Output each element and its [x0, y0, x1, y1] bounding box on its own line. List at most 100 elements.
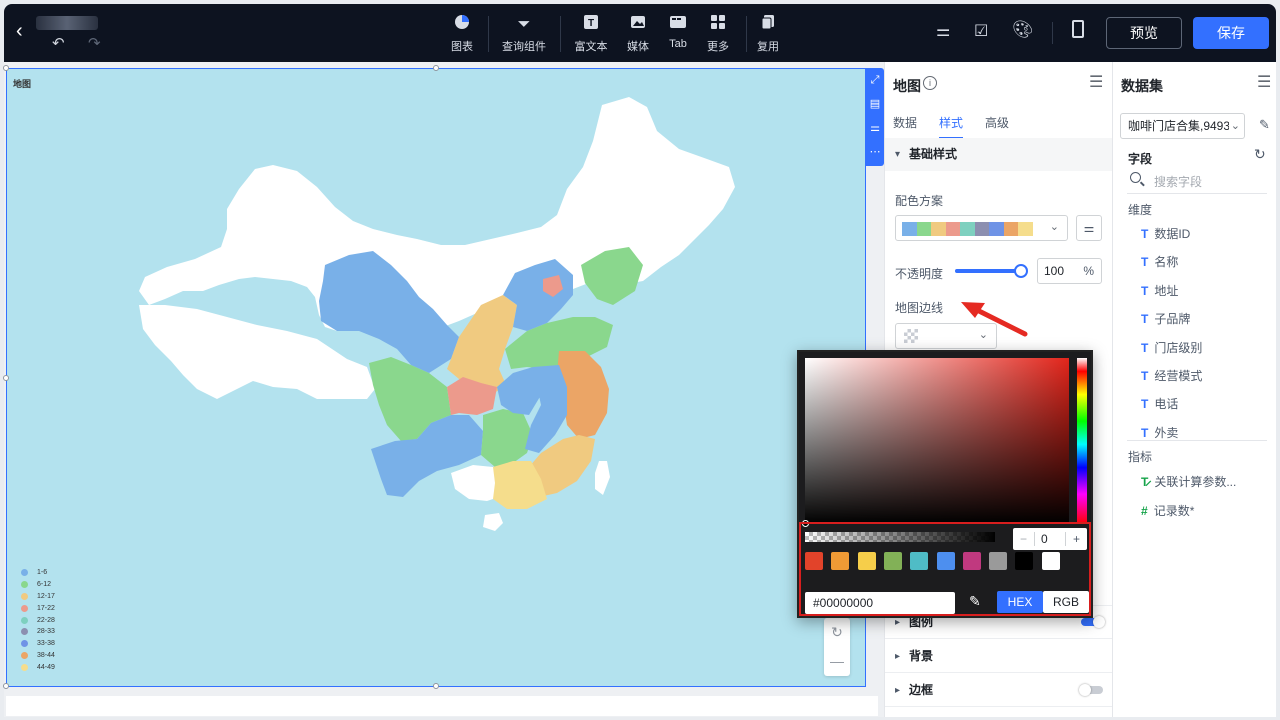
color-scheme-select[interactable]: ⌄ [895, 215, 1068, 241]
field-search-input[interactable]: 搜索字段 [1154, 173, 1202, 190]
legend-item[interactable]: 44-49 [21, 661, 55, 673]
resize-handle[interactable] [433, 65, 439, 71]
color-scheme-label: 配色方案 [895, 194, 944, 208]
legend-item[interactable]: 6-12 [21, 579, 55, 591]
legend-label: 44-49 [37, 663, 55, 671]
opacity-slider[interactable] [955, 264, 1028, 278]
measure-field[interactable]: T̷ 关联计算参数... [1141, 473, 1236, 490]
saturation-value-area[interactable] [802, 358, 1069, 527]
preset-color-swatch[interactable] [1015, 552, 1034, 570]
alpha-slider[interactable] [805, 532, 995, 542]
text-field-icon: T [1141, 368, 1149, 383]
legend-item[interactable]: 22-28 [21, 614, 55, 626]
legend-item[interactable]: 38-44 [21, 650, 55, 662]
dimension-field[interactable]: T 地址 [1141, 282, 1178, 299]
dimension-field[interactable]: T 外卖 [1141, 424, 1178, 441]
rgb-mode-button[interactable]: RGB [1043, 591, 1089, 613]
eyedropper-icon[interactable]: ✎ [969, 593, 981, 610]
dimension-field[interactable]: T 数据ID [1141, 225, 1190, 242]
border-toggle[interactable] [1079, 684, 1103, 696]
color-scheme-settings-button[interactable]: ⚌ [1076, 215, 1102, 241]
info-icon[interactable]: i [923, 76, 937, 90]
undo-icon[interactable]: ↶ [52, 34, 65, 52]
resize-handle[interactable] [433, 683, 439, 689]
opacity-input[interactable]: 100 % [1037, 258, 1102, 284]
preview-button[interactable]: 预览 [1106, 17, 1182, 49]
panel-menu-icon[interactable]: ☰ [1089, 72, 1103, 92]
text-field-icon: T [1141, 311, 1149, 326]
reset-view-icon[interactable]: ↻ [824, 618, 850, 647]
dimension-field-label: 外卖 [1154, 426, 1179, 440]
edit-dataset-icon[interactable]: ✎ [1259, 117, 1270, 133]
hex-mode-button[interactable]: HEX [997, 591, 1043, 613]
section-background[interactable]: 背景 [885, 640, 1113, 673]
query-component-tool[interactable]: ⏷ 查询组件 [494, 14, 554, 54]
theme-palette-icon[interactable]: 🎨︎ [1012, 20, 1034, 40]
measure-field[interactable]: # 记录数* [1141, 502, 1194, 519]
alpha-value[interactable]: 0 [1035, 532, 1065, 546]
text-field-icon: T [1141, 226, 1149, 241]
more-icon[interactable]: ⋯ [866, 140, 884, 164]
preset-color-swatch[interactable] [962, 552, 981, 570]
report-name-blurred[interactable] [36, 16, 98, 30]
preset-color-swatch[interactable] [831, 552, 850, 570]
mobile-view-icon[interactable] [1072, 20, 1084, 38]
preset-color-swatch[interactable] [910, 552, 929, 570]
legend-item[interactable]: 33-38 [21, 638, 55, 650]
china-choropleth-map[interactable] [7, 69, 867, 688]
preset-color-swatch[interactable] [805, 552, 823, 570]
tab-style[interactable]: 样式 [939, 114, 964, 139]
legend-item[interactable]: 17-22 [21, 602, 55, 614]
resize-handle[interactable] [3, 683, 9, 689]
checklist-icon[interactable]: ☑ [974, 21, 988, 41]
zoom-out-icon[interactable]: — [824, 647, 850, 676]
dimension-field[interactable]: T 门店级别 [1141, 339, 1202, 356]
settings-sliders-icon[interactable]: ⚌ [936, 21, 950, 41]
section-basic-style[interactable]: 基础样式 [885, 138, 1113, 171]
expand-icon[interactable]: ⤢ [866, 68, 884, 92]
document-icon[interactable]: ▤ [866, 92, 884, 116]
province-region-green-c [481, 409, 533, 467]
dimension-field[interactable]: T 名称 [1141, 253, 1178, 270]
sliders-icon[interactable]: ⚌ [866, 116, 884, 140]
save-button[interactable]: 保存 [1193, 17, 1269, 49]
opacity-slider-handle[interactable] [1014, 264, 1028, 278]
alpha-increment-button[interactable]: + [1065, 532, 1087, 546]
reuse-tool[interactable]: 复用 [738, 14, 798, 54]
dimension-field[interactable]: T 电话 [1141, 395, 1178, 412]
dataset-select[interactable]: 咖啡门店合集,94936 ⌄ [1120, 113, 1245, 139]
preset-color-swatch[interactable] [883, 552, 902, 570]
map-widget[interactable]: 地图 1-6 6-12 12-17 17-22 22-28 28-33 33-38 38-44… [3, 65, 867, 689]
resize-handle[interactable] [3, 65, 9, 71]
legend-color-dot [21, 581, 28, 589]
hex-input[interactable]: #00000000 [805, 592, 955, 614]
chart-tool[interactable]: 图表 [432, 14, 492, 54]
back-icon[interactable]: ‹ [16, 20, 23, 43]
tab-data[interactable]: 数据 [893, 114, 917, 139]
dimension-field-label: 子品牌 [1154, 312, 1191, 326]
legend-item[interactable]: 28-33 [21, 626, 55, 638]
dimension-field[interactable]: T 经营模式 [1141, 367, 1202, 384]
redo-icon[interactable]: ↷ [88, 34, 101, 52]
resize-handle[interactable] [3, 375, 9, 381]
alpha-decrement-button[interactable]: − [1013, 532, 1035, 546]
preset-color-swatch[interactable] [1041, 552, 1060, 570]
measure-field-label: 关联计算参数... [1154, 475, 1237, 489]
hue-slider[interactable] [1077, 358, 1087, 524]
preset-color-swatch[interactable] [936, 552, 955, 570]
dimension-field[interactable]: T 子品牌 [1141, 310, 1190, 327]
legend-label: 12-17 [37, 592, 55, 600]
legend-item[interactable]: 12-17 [21, 591, 55, 603]
canvas-bottom-strip [6, 696, 878, 716]
refresh-icon[interactable]: ↻ [1254, 146, 1266, 163]
tab-advanced[interactable]: 高级 [985, 114, 1009, 139]
dataset-panel-menu-icon[interactable]: ☰ [1257, 72, 1271, 92]
preset-color-swatch[interactable] [989, 552, 1008, 570]
section-border[interactable]: 边框 [885, 674, 1113, 707]
chevron-down-icon: ⌄ [1049, 221, 1059, 233]
legend-item[interactable]: 1-6 [21, 567, 55, 579]
field-search[interactable]: 搜索字段 [1127, 170, 1267, 194]
legend-toggle[interactable] [1081, 616, 1105, 628]
preset-color-swatch[interactable] [857, 552, 876, 570]
widget-side-toolbar: ⤢ ▤ ⚌ ⋯ [866, 68, 884, 166]
